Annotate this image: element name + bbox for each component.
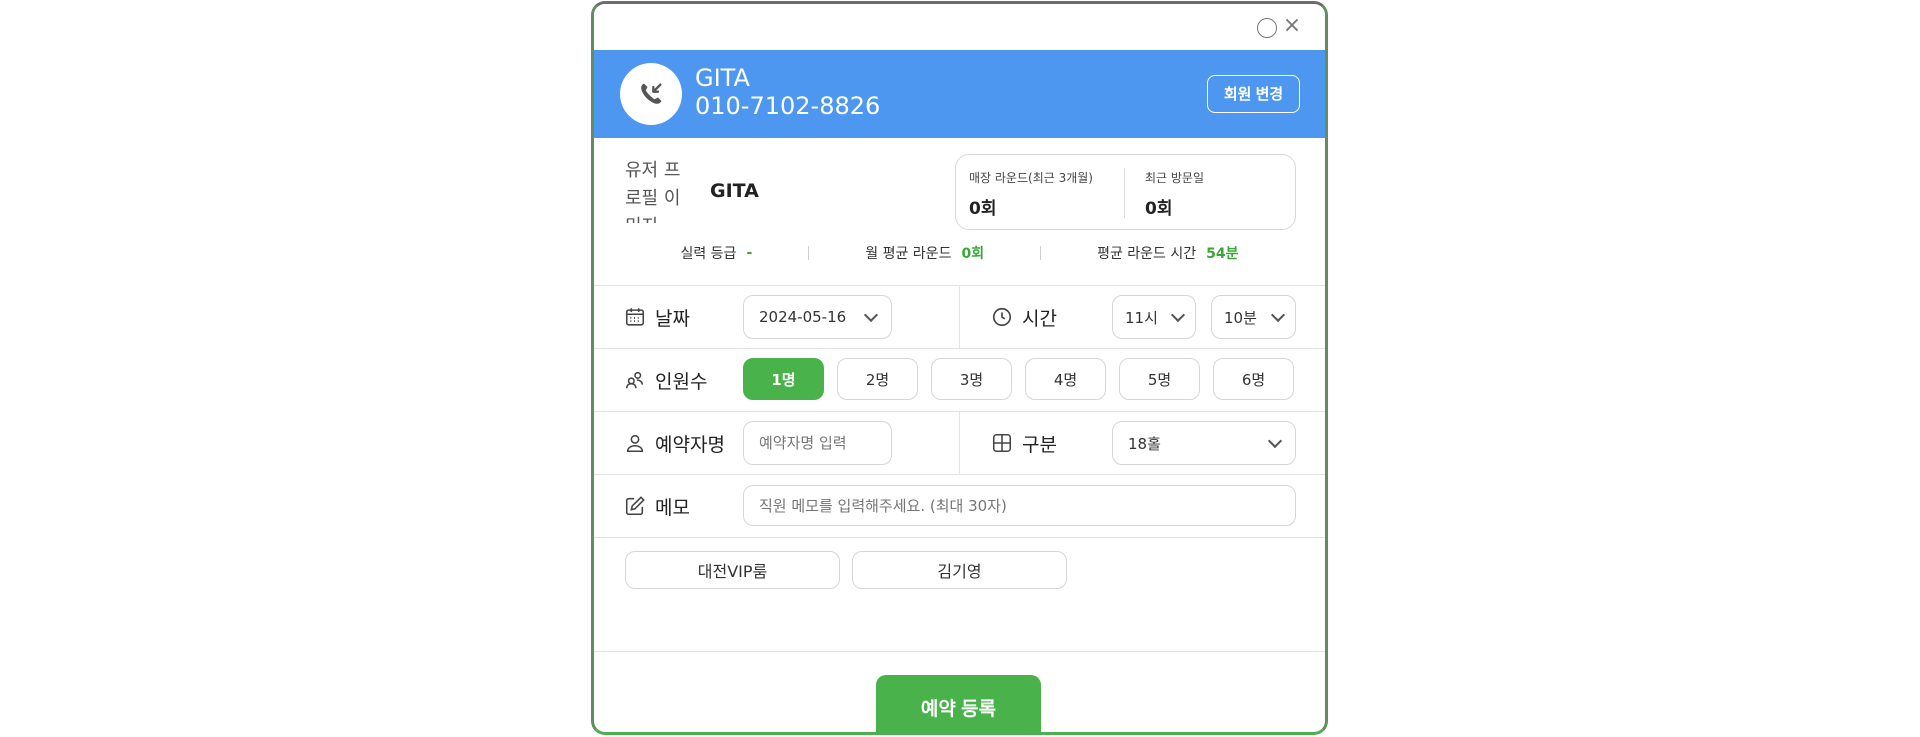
reserver-category-row: 예약자명 구분 18홀 — [594, 412, 1325, 475]
chevron-down-icon — [1170, 307, 1186, 322]
category-label: 구분 — [1022, 433, 1057, 456]
grid-icon — [992, 433, 1012, 453]
people-option-2[interactable]: 2명 — [837, 358, 918, 400]
hour-value: 11시 — [1125, 308, 1158, 327]
reserver-input[interactable] — [743, 421, 892, 465]
stats-box: 매장 라운드(최근 3개월) 0회 최근 방문일 0회 — [955, 154, 1296, 230]
date-value: 2024-05-16 — [759, 308, 847, 326]
stat-value: 0회 — [1145, 199, 1173, 219]
people-option-3[interactable]: 3명 — [931, 358, 1012, 400]
column-divider — [959, 412, 960, 474]
stat-label: 매장 라운드(최근 3개월) — [969, 171, 1093, 185]
date-label: 날짜 — [655, 307, 690, 330]
people-option-5[interactable]: 5명 — [1119, 358, 1200, 400]
memo-input[interactable] — [743, 485, 1296, 526]
profile-image: 유저 프로필 이미지 — [625, 160, 681, 223]
people-icon — [625, 371, 644, 389]
reserver-label: 예약자명 — [655, 433, 725, 456]
profile-name: GITA — [710, 180, 759, 202]
people-label-group: 인원수 — [624, 349, 707, 411]
date-time-row: 날짜 2024-05-16 시간 11시 10분 — [594, 286, 1325, 349]
member-change-button[interactable]: 회원 변경 — [1207, 75, 1300, 113]
caller-phone: 010-7102-8826 — [695, 92, 881, 120]
metric-label: 실력 등급 — [680, 246, 737, 262]
time-label: 시간 — [1022, 307, 1057, 330]
people-label: 인원수 — [655, 370, 708, 393]
metric-value: 0회 — [961, 246, 985, 262]
metric-value: 54분 — [1206, 246, 1239, 262]
minimize-circle-icon[interactable] — [1257, 18, 1277, 38]
category-select[interactable]: 18홀 — [1112, 421, 1296, 465]
reserver-label-group: 예약자명 — [624, 412, 725, 474]
stat-rounds: 매장 라운드(최근 3개월) 0회 — [969, 169, 1093, 219]
date-label-group: 날짜 — [624, 286, 690, 348]
metric-label: 월 평균 라운드 — [865, 246, 952, 262]
metric-skill-grade: 실력 등급 - — [624, 243, 808, 263]
minute-value: 10분 — [1224, 308, 1257, 327]
tag-staff[interactable]: 김기영 — [852, 551, 1067, 589]
clock-icon — [992, 307, 1012, 327]
people-option-6[interactable]: 6명 — [1213, 358, 1294, 400]
people-option-4[interactable]: 4명 — [1025, 358, 1106, 400]
people-row: 인원수 1명 2명 3명 4명 5명 6명 — [594, 349, 1325, 412]
stat-label: 최근 방문일 — [1145, 171, 1205, 185]
footer: 예약 등록 — [594, 652, 1325, 732]
close-icon[interactable]: × — [1281, 15, 1303, 37]
submit-reservation-button[interactable]: 예약 등록 — [876, 675, 1041, 732]
calendar-icon — [625, 308, 645, 326]
category-label-group: 구분 — [991, 412, 1057, 474]
stat-last-visit: 최근 방문일 0회 — [1145, 169, 1204, 219]
category-value: 18홀 — [1128, 434, 1161, 453]
metric-avg-round-time: 평균 라운드 시간 54분 — [1041, 243, 1294, 263]
memo-label-group: 메모 — [624, 475, 690, 537]
minute-select[interactable]: 10분 — [1211, 295, 1296, 339]
user-icon — [626, 434, 644, 453]
tag-room[interactable]: 대전VIP룸 — [625, 551, 840, 589]
incoming-call-icon — [620, 63, 682, 125]
title-bar: × — [594, 4, 1325, 50]
date-select[interactable]: 2024-05-16 — [743, 295, 892, 339]
column-divider — [959, 286, 960, 348]
people-option-1[interactable]: 1명 — [743, 358, 824, 400]
memo-label: 메모 — [655, 496, 690, 519]
edit-icon — [625, 496, 645, 516]
hour-select[interactable]: 11시 — [1112, 295, 1196, 339]
stat-value: 0회 — [969, 199, 997, 219]
metric-label: 평균 라운드 시간 — [1097, 246, 1197, 262]
time-label-group: 시간 — [991, 286, 1057, 348]
metric-monthly-rounds: 월 평균 라운드 0회 — [809, 243, 1040, 263]
profile-section: 유저 프로필 이미지 GITA 매장 라운드(최근 3개월) 0회 최근 방문일… — [594, 138, 1325, 286]
caller-name: GITA — [695, 64, 750, 92]
metric-value: - — [746, 245, 753, 261]
caller-header: GITA 010-7102-8826 회원 변경 — [594, 50, 1325, 138]
stat-divider — [1124, 168, 1125, 218]
metrics-row: 실력 등급 - 월 평균 라운드 0회 평균 라운드 시간 54분 — [594, 241, 1325, 265]
memo-row: 메모 — [594, 475, 1325, 538]
chevron-down-icon — [863, 307, 879, 322]
chevron-down-icon — [1270, 307, 1286, 322]
reservation-window: × GITA 010-7102-8826 회원 변경 유저 프로필 이미지 GI… — [591, 1, 1328, 735]
tags-section: 대전VIP룸 김기영 — [594, 538, 1325, 652]
chevron-down-icon — [1267, 433, 1283, 448]
